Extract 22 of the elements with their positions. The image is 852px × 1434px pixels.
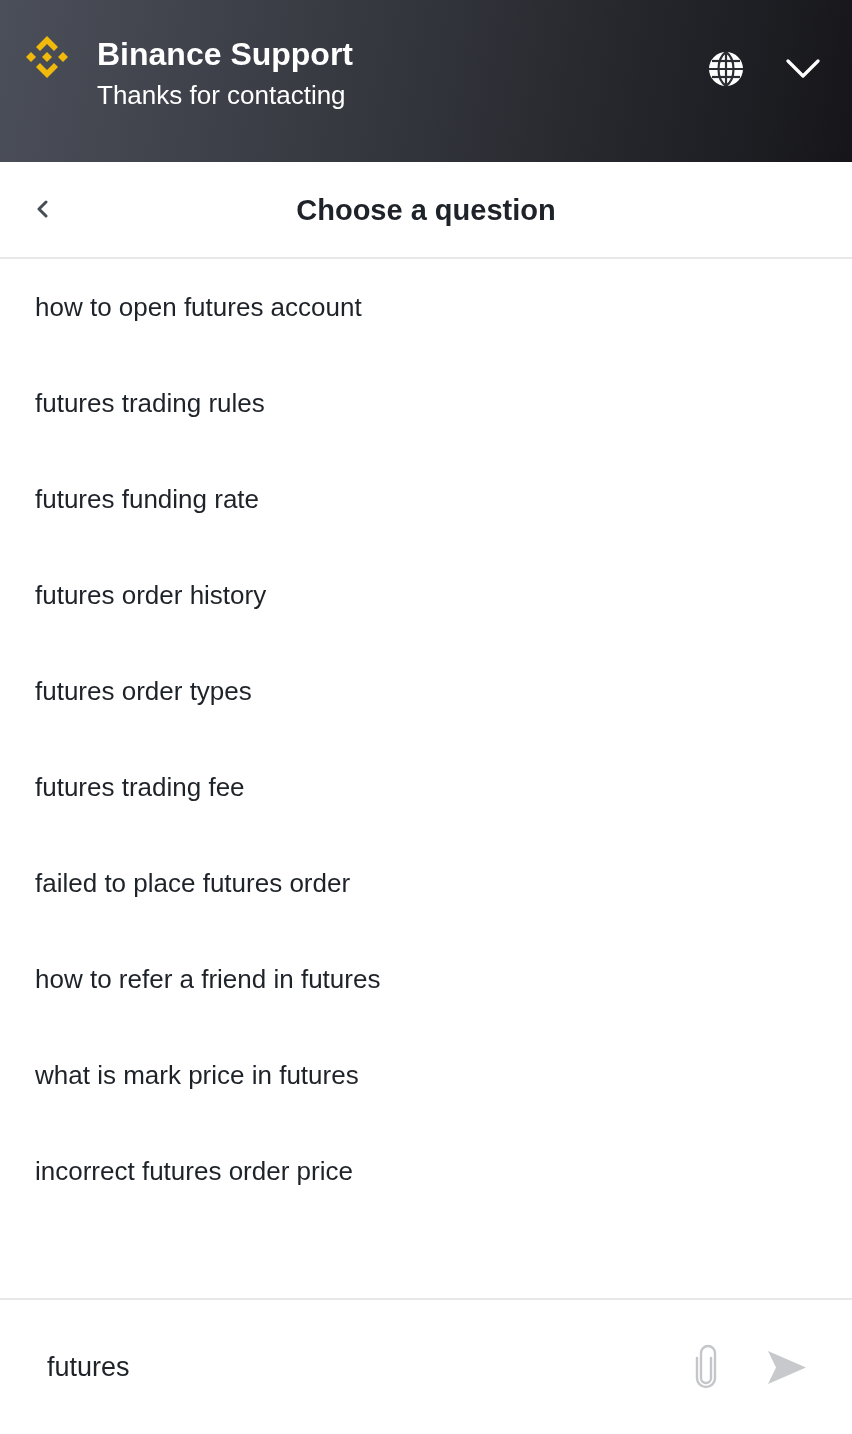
panel-title: Choose a question (296, 192, 556, 228)
question-option[interactable]: failed to place futures order (0, 835, 852, 931)
collapse-button[interactable] (786, 59, 820, 79)
chat-title: Binance Support (97, 35, 354, 74)
question-option[interactable]: futures funding rate (0, 451, 852, 547)
question-option[interactable]: how to open futures account (0, 259, 852, 355)
chevron-down-icon (786, 59, 820, 79)
back-button[interactable] (36, 200, 48, 218)
language-button[interactable] (708, 51, 744, 87)
question-option[interactable]: futures trading rules (0, 355, 852, 451)
question-option[interactable]: futures order history (0, 547, 852, 643)
message-input[interactable]: futures (47, 1345, 672, 1389)
question-option[interactable]: futures trading fee (0, 739, 852, 835)
question-option[interactable]: what is mark price in futures (0, 1027, 852, 1123)
question-option[interactable]: how to refer a friend in futures (0, 931, 852, 1027)
diamond-logo-icon (25, 35, 69, 79)
question-option[interactable]: futures order types (0, 643, 852, 739)
question-option[interactable]: incorrect futures order price (0, 1123, 852, 1219)
globe-icon (708, 51, 744, 87)
send-icon (768, 1350, 806, 1384)
chevron-left-icon (36, 200, 48, 218)
chat-subtitle: Thanks for contacting (97, 79, 347, 112)
